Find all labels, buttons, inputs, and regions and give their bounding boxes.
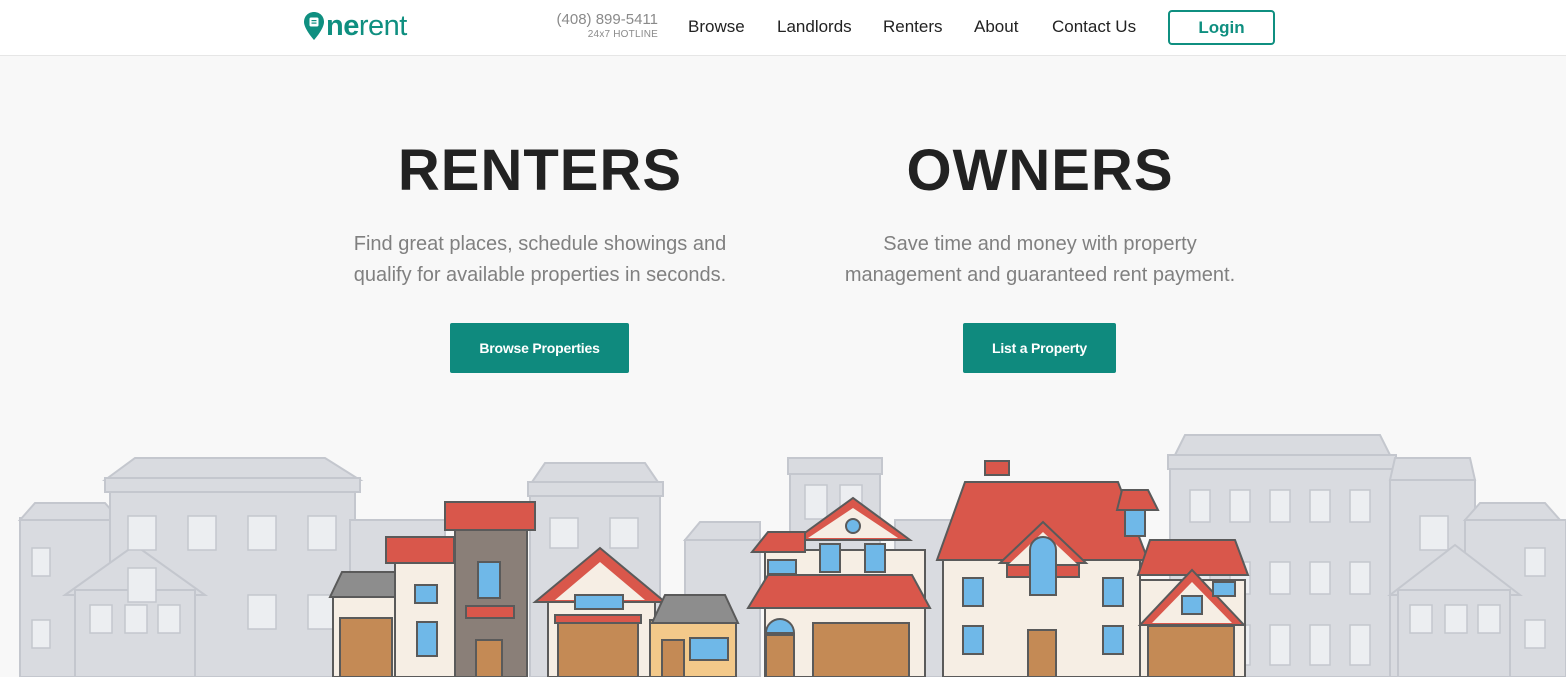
login-button[interactable]: Login xyxy=(1168,10,1275,45)
renters-title: RENTERS xyxy=(397,138,683,203)
owners-desc-line2: management and guaranteed rent payment. xyxy=(844,264,1236,286)
nav-browse[interactable]: Browse xyxy=(688,16,745,38)
browse-properties-button[interactable]: Browse Properties xyxy=(450,323,629,373)
map-pin-logo-icon xyxy=(304,12,324,40)
hotline-caption: 24x7 HOTLINE xyxy=(587,29,658,40)
renters-section: RENTERS Find great places, schedule show… xyxy=(320,135,760,291)
nav-about[interactable]: About xyxy=(974,16,1018,38)
phone-number[interactable]: (408) 899-5411 xyxy=(520,11,658,29)
renters-description: Find great places, schedule showings and… xyxy=(320,229,760,291)
owners-title: OWNERS xyxy=(906,138,1174,203)
list-a-property-button[interactable]: List a Property xyxy=(963,323,1116,373)
owners-description: Save time and money with property managem… xyxy=(820,229,1260,291)
nav-landlords[interactable]: Landlords xyxy=(777,16,852,38)
renters-desc-line2: qualify for available properties in seco… xyxy=(353,264,727,286)
neighborhood-illustration xyxy=(17,434,1566,677)
renters-desc-line1: Find great places, schedule showings and xyxy=(353,233,727,255)
nav-contact-us[interactable]: Contact Us xyxy=(1052,16,1136,38)
nav-renters[interactable]: Renters xyxy=(883,16,943,38)
logo-text-bold: ne xyxy=(326,9,359,42)
logo-text-light: rent xyxy=(358,9,407,42)
site-header: ne rent (408) 899-5411 24x7 HOTLINE Brows… xyxy=(0,0,1566,56)
owners-section: OWNERS Save time and money with property… xyxy=(820,135,1260,291)
owners-desc-line1: Save time and money with property xyxy=(883,233,1197,255)
logo[interactable]: ne rent xyxy=(303,9,407,43)
hotline[interactable]: (408) 899-5411 24x7 HOTLINE xyxy=(520,11,658,41)
